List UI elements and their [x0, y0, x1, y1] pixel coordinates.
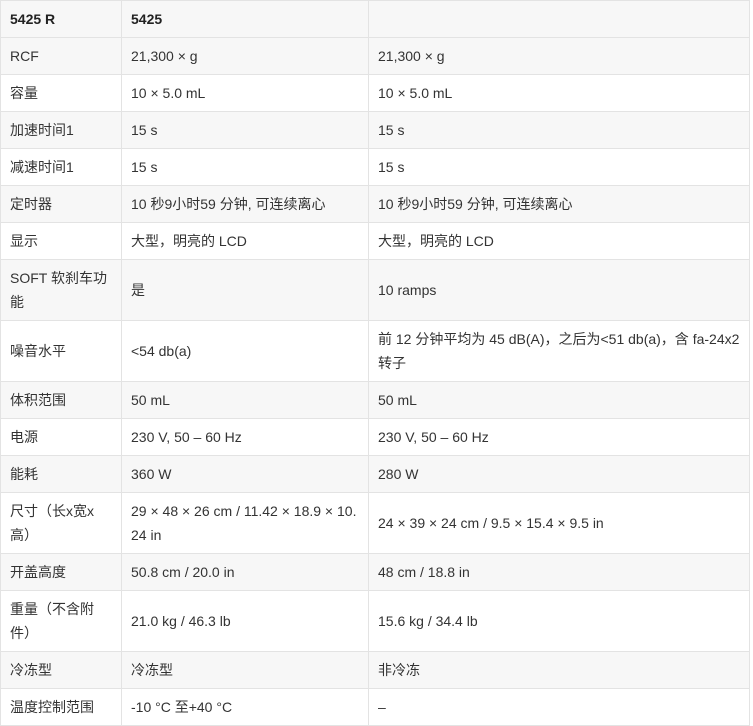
value-cell-5425: –: [368, 688, 750, 726]
row-label-cell: 能耗: [0, 455, 122, 493]
table-row: 尺寸（长x宽x高） 29 × 48 × 26 cm / 11.42 × 18.9 …: [0, 492, 750, 554]
value-cell-5425r: 29 × 48 × 26 cm / 11.42 × 18.9 × 10.24 i…: [121, 492, 369, 554]
row-label-cell: 温度控制范围: [0, 688, 122, 726]
row-label-cell: RCF: [0, 37, 122, 75]
value-cell-5425: 15 s: [368, 111, 750, 149]
value-cell-5425: 21,300 × g: [368, 37, 750, 75]
row-label-cell: 体积范围: [0, 381, 122, 419]
table-row: RCF 21,300 × g 21,300 × g: [0, 37, 750, 75]
value-cell-5425r: 10 × 5.0 mL: [121, 74, 369, 112]
row-label-cell: SOFT 软刹车功能: [0, 259, 122, 321]
value-cell-5425r: 10 秒9小时59 分钟, 可连续离心: [121, 185, 369, 223]
table-row: 定时器 10 秒9小时59 分钟, 可连续离心 10 秒9小时59 分钟, 可连续离…: [0, 185, 750, 223]
value-cell-5425r: 360 W: [121, 455, 369, 493]
value-cell-5425r: 21,300 × g: [121, 37, 369, 75]
value-cell-5425r: 230 V, 50 – 60 Hz: [121, 418, 369, 456]
row-label-cell: 容量: [0, 74, 122, 112]
value-cell-5425: 前 12 分钟平均为 45 dB(A)，之后为<51 db(a)，含 fa-24…: [368, 320, 750, 382]
header-cell-empty: [368, 0, 750, 38]
table-header: 5425 R 5425: [0, 0, 750, 38]
header-cell-model-5425r: 5425 R: [0, 0, 122, 38]
value-cell-5425: 230 V, 50 – 60 Hz: [368, 418, 750, 456]
value-cell-5425: 10 ramps: [368, 259, 750, 321]
row-label-cell: 噪音水平: [0, 320, 122, 382]
value-cell-5425r: 15 s: [121, 148, 369, 186]
value-cell-5425: 50 mL: [368, 381, 750, 419]
table-row: 冷冻型 冷冻型 非冷冻: [0, 651, 750, 689]
value-cell-5425r: 15 s: [121, 111, 369, 149]
value-cell-5425: 大型，明亮的 LCD: [368, 222, 750, 260]
value-cell-5425: 10 秒9小时59 分钟, 可连续离心: [368, 185, 750, 223]
row-label-cell: 加速时间1: [0, 111, 122, 149]
value-cell-5425r: 是: [121, 259, 369, 321]
table-body: RCF 21,300 × g 21,300 × g 容量 10 × 5.0 mL 10 ×…: [0, 37, 750, 726]
row-label-cell: 开盖高度: [0, 553, 122, 591]
value-cell-5425: 280 W: [368, 455, 750, 493]
row-label-cell: 显示: [0, 222, 122, 260]
row-label-cell: 重量（不含附件）: [0, 590, 122, 652]
row-label-cell: 冷冻型: [0, 651, 122, 689]
value-cell-5425r: <54 db(a): [121, 320, 369, 382]
table-row: 减速时间1 15 s 15 s: [0, 148, 750, 186]
row-label-cell: 尺寸（长x宽x高）: [0, 492, 122, 554]
table-row: 加速时间1 15 s 15 s: [0, 111, 750, 149]
value-cell-5425r: 50 mL: [121, 381, 369, 419]
table-row: 电源 230 V, 50 – 60 Hz 230 V, 50 – 60 Hz: [0, 418, 750, 456]
table-row: 能耗 360 W 280 W: [0, 455, 750, 493]
spec-comparison-table: 5425 R 5425 RCF 21,300 × g 21,300 × g 容量 10 …: [0, 0, 750, 726]
table-row: SOFT 软刹车功能是 10 ramps: [0, 259, 750, 321]
table-row: 开盖高度 50.8 cm / 20.0 in 48 cm / 18.8 in: [0, 553, 750, 591]
table-row: 重量（不含附件） 21.0 kg / 46.3 lb 15.6 kg / 34.4 …: [0, 590, 750, 652]
table-row: 温度控制范围 -10 °C 至+40 °C –: [0, 688, 750, 726]
header-row: 5425 R 5425: [0, 0, 750, 38]
table-row: 显示 大型，明亮的 LCD 大型，明亮的 LCD: [0, 222, 750, 260]
value-cell-5425: 非冷冻: [368, 651, 750, 689]
row-label-cell: 电源: [0, 418, 122, 456]
value-cell-5425r: 大型，明亮的 LCD: [121, 222, 369, 260]
header-cell-model-5425: 5425: [121, 0, 369, 38]
value-cell-5425: 15 s: [368, 148, 750, 186]
value-cell-5425: 15.6 kg / 34.4 lb: [368, 590, 750, 652]
row-label-cell: 减速时间1: [0, 148, 122, 186]
value-cell-5425r: 21.0 kg / 46.3 lb: [121, 590, 369, 652]
value-cell-5425: 48 cm / 18.8 in: [368, 553, 750, 591]
row-label-cell: 定时器: [0, 185, 122, 223]
table-row: 体积范围 50 mL 50 mL: [0, 381, 750, 419]
table-row: 噪音水平 <54 db(a) 前 12 分钟平均为 45 dB(A)，之后为<51 …: [0, 320, 750, 382]
value-cell-5425: 24 × 39 × 24 cm / 9.5 × 15.4 × 9.5 in: [368, 492, 750, 554]
value-cell-5425r: -10 °C 至+40 °C: [121, 688, 369, 726]
table-row: 容量 10 × 5.0 mL 10 × 5.0 mL: [0, 74, 750, 112]
value-cell-5425r: 冷冻型: [121, 651, 369, 689]
value-cell-5425: 10 × 5.0 mL: [368, 74, 750, 112]
value-cell-5425r: 50.8 cm / 20.0 in: [121, 553, 369, 591]
